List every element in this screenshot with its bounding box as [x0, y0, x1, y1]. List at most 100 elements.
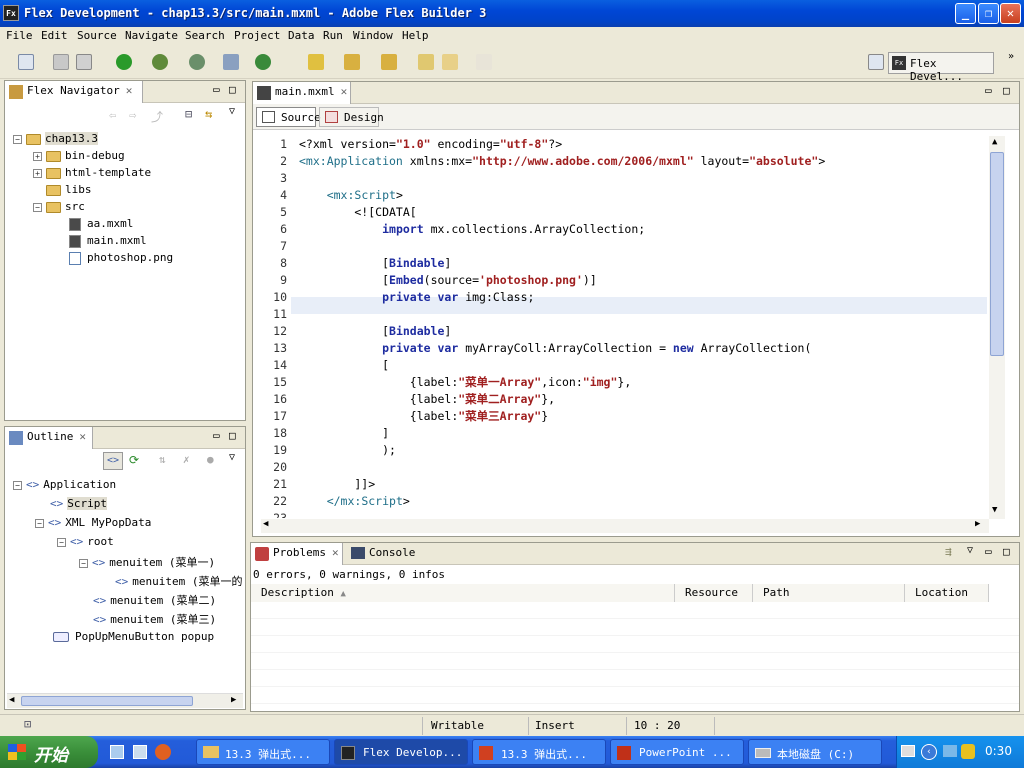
task-powerpoint-doc[interactable]: 13.3 弹出式... — [472, 739, 606, 765]
new-service-icon[interactable] — [255, 54, 271, 70]
design-mode-button[interactable]: Design — [319, 107, 384, 127]
menu-navigate[interactable]: Navigate — [125, 29, 178, 42]
editor-vscrollbar[interactable]: ▲ ▼ — [989, 136, 1005, 519]
close-icon[interactable]: ✕ — [332, 546, 339, 559]
perspective-more-icon[interactable]: » — [1008, 51, 1014, 62]
collapse-icon[interactable]: − — [13, 480, 22, 490]
scroll-left-icon[interactable]: ◀ — [9, 695, 14, 705]
task-local-disk[interactable]: 本地磁盘 (C:) — [748, 739, 882, 765]
collapse-all-icon[interactable]: ⊟ — [185, 107, 192, 121]
back-arrow-icon[interactable]: ⇦ — [109, 108, 116, 122]
tab-outline[interactable]: Outline ✕ — [5, 427, 93, 449]
print-icon[interactable] — [76, 54, 92, 70]
firefox-icon[interactable] — [155, 744, 171, 760]
start-button[interactable]: 开始 — [0, 736, 98, 768]
restore-button[interactable]: ❐ — [978, 3, 999, 24]
menu-search[interactable]: Search — [185, 29, 225, 42]
tab-main-mxml[interactable]: main.mxml ✕ — [253, 82, 351, 104]
last-edit-icon[interactable] — [418, 54, 434, 70]
forward-arrow-icon[interactable]: ⇨ — [129, 108, 136, 122]
network-icon[interactable] — [943, 745, 957, 757]
outline-menuitem-3[interactable]: <> menuitem (菜单三) — [93, 611, 216, 627]
scroll-up-icon[interactable]: ▲ — [992, 137, 997, 147]
save-icon[interactable] — [53, 54, 69, 70]
refresh-icon[interactable]: ⟳ — [129, 453, 139, 467]
menu-project[interactable]: Project — [234, 29, 280, 42]
task-folder[interactable]: 13.3 弹出式... — [196, 739, 330, 765]
highlight-icon[interactable] — [308, 54, 324, 70]
expand-icon[interactable]: + — [33, 151, 42, 161]
back-icon[interactable] — [442, 54, 458, 70]
maximize-view-icon[interactable]: □ — [1003, 545, 1010, 558]
collapse-icon[interactable]: − — [35, 518, 44, 528]
col-path[interactable]: Path — [753, 584, 905, 602]
tab-console[interactable]: Console — [349, 546, 415, 559]
outline-menuitem-2[interactable]: <> menuitem (菜单二) — [93, 592, 216, 608]
outline-script[interactable]: <> Script — [50, 497, 107, 510]
close-button[interactable]: ✕ — [1000, 3, 1021, 24]
outline-application[interactable]: − <> Application — [13, 478, 116, 491]
sort-icon[interactable]: ⇅ — [159, 453, 166, 466]
minimize-view-icon[interactable]: ▭ — [985, 84, 992, 97]
tab-problems[interactable]: Problems ✕ — [251, 543, 343, 565]
maximize-view-icon[interactable]: □ — [229, 429, 236, 442]
new-icon[interactable] — [18, 54, 34, 70]
tree-bin-debug[interactable]: + bin-debug — [33, 149, 125, 162]
expand-icon[interactable]: + — [33, 168, 42, 178]
task-powerpoint[interactable]: PowerPoint ... — [610, 739, 744, 765]
forward-icon[interactable] — [476, 54, 492, 70]
outline-xml[interactable]: − <> XML MyPopData — [35, 516, 151, 529]
menu-window[interactable]: Window — [353, 29, 393, 42]
outline-popupmenubutton[interactable]: PopUpMenuButton popup — [53, 630, 214, 643]
col-location[interactable]: Location — [905, 584, 989, 602]
collapse-icon[interactable]: − — [13, 134, 22, 144]
close-icon[interactable]: ✕ — [341, 85, 348, 98]
view-menu-icon[interactable]: ▽ — [229, 452, 235, 463]
view-menu-icon[interactable]: ▽ — [229, 106, 235, 117]
minimize-view-icon[interactable]: ▭ — [213, 429, 220, 442]
collapse-icon[interactable]: − — [57, 537, 66, 547]
outline-menuitem-1[interactable]: − <> menuitem (菜单一) — [79, 554, 215, 570]
menu-edit[interactable]: Edit — [41, 29, 68, 42]
previous-annotation-icon[interactable] — [381, 54, 397, 70]
close-icon[interactable]: ✕ — [126, 84, 133, 97]
tray-expand-icon[interactable]: ‹ — [921, 744, 937, 760]
show-desktop-icon[interactable] — [110, 745, 124, 759]
menu-help[interactable]: Help — [402, 29, 429, 42]
outline-root[interactable]: − <> root — [57, 535, 114, 548]
filter-icon[interactable]: ⇶ — [945, 545, 952, 558]
scroll-thumb[interactable] — [21, 696, 193, 706]
task-flex-builder[interactable]: Flex Develop... — [334, 739, 468, 765]
link-editor-icon[interactable]: ⇆ — [205, 107, 212, 121]
minimize-view-icon[interactable]: ▭ — [213, 83, 220, 96]
tree-aa-mxml[interactable]: aa.mxml — [69, 217, 133, 231]
source-mode-button[interactable]: Source — [256, 107, 321, 127]
menu-data[interactable]: Data — [288, 29, 315, 42]
open-perspective-icon[interactable] — [868, 54, 884, 70]
menu-source[interactable]: Source — [77, 29, 117, 42]
view-menu-icon[interactable]: ▽ — [967, 545, 973, 556]
scroll-thumb[interactable] — [990, 152, 1004, 356]
col-description[interactable]: Description ▲ — [251, 584, 675, 602]
col-resource[interactable]: Resource — [675, 584, 753, 602]
minimize-view-icon[interactable]: ▭ — [985, 545, 992, 558]
menu-run[interactable]: Run — [323, 29, 343, 42]
up-icon[interactable]: ⤴ — [151, 108, 163, 125]
tree-project[interactable]: − chap13.3 — [13, 132, 98, 145]
next-annotation-icon[interactable] — [344, 54, 360, 70]
fast-view-icon[interactable]: ⊡ — [24, 717, 31, 731]
outline-menuitem-1-child[interactable]: <> menuitem (菜单一的 — [115, 573, 242, 589]
scroll-down-icon[interactable]: ▼ — [992, 505, 997, 515]
external-tools-icon[interactable] — [223, 54, 239, 70]
tree-main-mxml[interactable]: main.mxml — [69, 234, 147, 248]
maximize-view-icon[interactable]: □ — [1003, 84, 1010, 97]
scroll-right-icon[interactable]: ▶ — [975, 519, 980, 529]
editor-hscrollbar[interactable]: ◀ ▶ — [261, 519, 989, 533]
debug-icon[interactable] — [152, 54, 168, 70]
scroll-left-icon[interactable]: ◀ — [263, 519, 268, 529]
perspective-switcher[interactable]: Fx Flex Devel... — [888, 52, 994, 83]
menu-file[interactable]: File — [6, 29, 33, 42]
close-icon[interactable]: ✕ — [79, 430, 86, 443]
minimize-button[interactable]: _ — [955, 3, 976, 24]
quicklaunch-icon[interactable] — [133, 745, 147, 759]
